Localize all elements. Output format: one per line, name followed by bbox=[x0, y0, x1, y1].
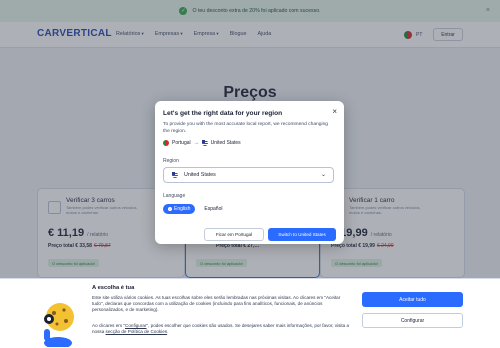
configure-button[interactable]: Configurar bbox=[362, 313, 463, 328]
region-modal: Let's get the right data for your region… bbox=[155, 101, 344, 244]
language-option-label: Español bbox=[204, 206, 223, 212]
chevron-down-icon: ⌄ bbox=[320, 172, 326, 178]
region-change-route: Portugal → United States bbox=[163, 140, 241, 146]
to-region: United States bbox=[210, 140, 241, 146]
close-icon[interactable]: × bbox=[332, 107, 337, 116]
stay-in-portugal-button[interactable]: Ficar em Portugal bbox=[204, 228, 264, 241]
modal-title: Let's get the right data for your region bbox=[163, 110, 283, 117]
language-option-english[interactable]: English bbox=[163, 204, 196, 214]
cookie-title: A escolha é tua bbox=[92, 285, 135, 291]
us-flag-icon bbox=[172, 172, 178, 178]
switch-region-button[interactable]: Switch to United States bbox=[268, 228, 336, 241]
cookie-text-secondary: Ao clicares em "Configurar", podes escol… bbox=[92, 323, 350, 334]
arrow-right-icon: → bbox=[193, 140, 199, 146]
portugal-flag-icon bbox=[163, 140, 169, 146]
cookie-text: Este site utiliza vários cookies. As tua… bbox=[92, 295, 341, 312]
accept-all-button[interactable]: Aceitar tudo bbox=[362, 292, 463, 307]
us-flag-icon bbox=[201, 140, 208, 146]
cookie-policy-link[interactable]: secção de Política de Cookies bbox=[106, 329, 168, 334]
from-region: Portugal bbox=[172, 140, 191, 146]
language-option-label: English bbox=[174, 206, 191, 212]
language-label: Language bbox=[163, 193, 186, 199]
modal-text: To provide you with the most accurate lo… bbox=[163, 122, 329, 134]
region-select[interactable]: United States ⌄ bbox=[163, 167, 334, 183]
region-label: Region bbox=[163, 158, 179, 164]
radio-selected-icon bbox=[168, 207, 172, 211]
configure-link[interactable]: Configurar bbox=[125, 323, 146, 328]
language-option-spanish[interactable]: Español bbox=[199, 204, 227, 214]
cookie-mascot-icon bbox=[44, 303, 74, 347]
cookie-banner: A escolha é tua Este site utiliza vários… bbox=[0, 278, 500, 348]
language-options: English Español bbox=[163, 204, 227, 214]
region-select-value: United States bbox=[184, 172, 216, 178]
